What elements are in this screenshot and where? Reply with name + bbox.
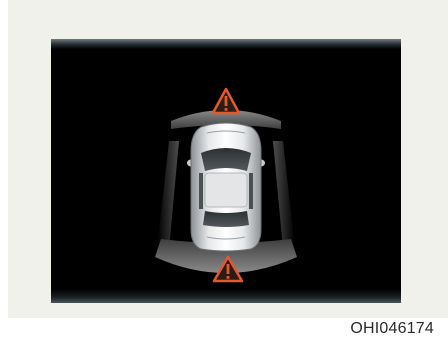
front-warning-triangle-icon — [211, 87, 241, 115]
car-top-view — [187, 122, 265, 252]
left-side-sensor-zone — [157, 141, 179, 249]
figure-code: OHI046174 — [350, 320, 434, 337]
parking-sensor-display — [51, 39, 401, 303]
right-side-sensor-zone — [273, 141, 295, 249]
